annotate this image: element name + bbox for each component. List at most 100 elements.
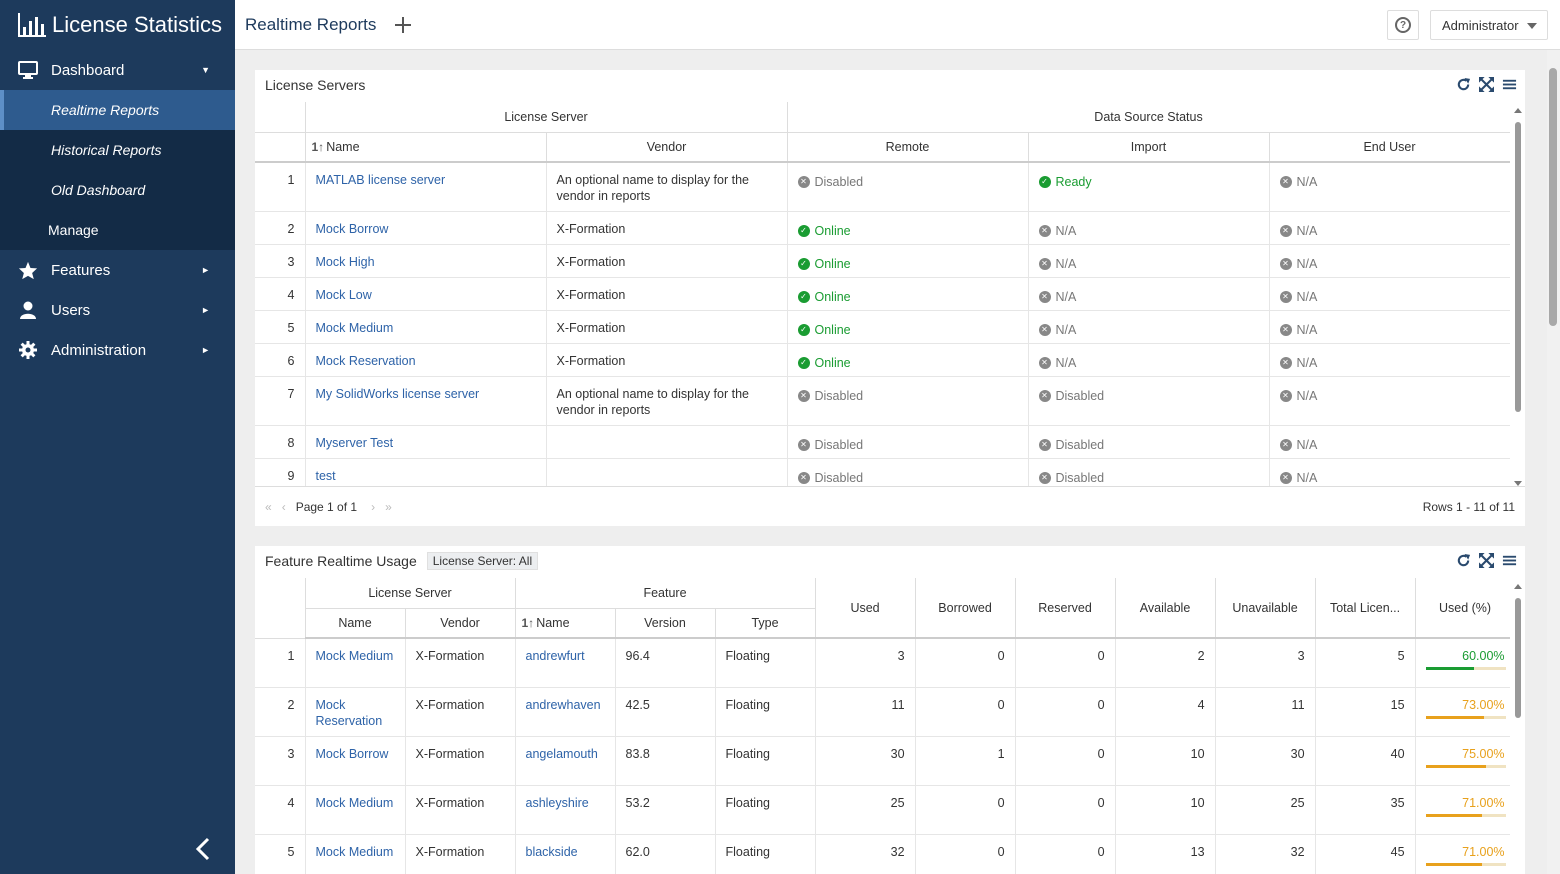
column-header-import[interactable]: Import	[1028, 132, 1270, 163]
sidebar-item-administration[interactable]: Administration ►	[0, 330, 235, 370]
expand-icon[interactable]	[1479, 553, 1494, 568]
monitor-icon	[18, 60, 38, 80]
table-row[interactable]: 1 Mock Medium X-Formation andrewfurt 96.4 Flo…	[255, 638, 1510, 688]
feature-link[interactable]: blackside	[526, 845, 578, 859]
column-header-name[interactable]: 1↑ Name	[305, 132, 547, 163]
cell-vendor: X-Formation	[546, 310, 788, 344]
cell-total: 15	[1315, 687, 1416, 737]
server-link[interactable]: Mock Medium	[316, 649, 394, 663]
feature-link[interactable]: angelamouth	[526, 747, 598, 761]
gear-icon	[18, 340, 38, 360]
license-servers-panel: License Servers License Server Data Sour…	[255, 70, 1525, 526]
expand-icon[interactable]	[1479, 77, 1494, 92]
feature-link[interactable]: andrewfurt	[526, 649, 585, 663]
status-indicator: ✕ Disabled	[1038, 470, 1104, 486]
table-row[interactable]: 5 Mock Medium X-Formation blackside 62.0 Floa…	[255, 834, 1510, 874]
server-link[interactable]: Mock Medium	[316, 796, 394, 810]
page-scrollbar-thumb[interactable]	[1549, 68, 1557, 326]
server-link[interactable]: Mock Borrow	[316, 747, 389, 761]
column-header-type[interactable]: Type	[715, 608, 816, 639]
menu-icon[interactable]	[1502, 553, 1517, 568]
feature-link[interactable]: ashleyshire	[526, 796, 589, 810]
column-header-label: Name	[536, 615, 570, 630]
scroll-up-icon[interactable]	[1514, 584, 1522, 589]
column-header-version[interactable]: Version	[615, 608, 716, 639]
scrollbar-thumb[interactable]	[1515, 598, 1521, 718]
menu-icon[interactable]	[1502, 77, 1517, 92]
chevron-left-icon	[195, 837, 210, 861]
scroll-up-icon[interactable]	[1514, 108, 1522, 113]
sidebar-item-features[interactable]: Features ►	[0, 250, 235, 290]
prev-page-icon[interactable]: ‹	[282, 500, 286, 514]
page-title: Realtime Reports	[245, 15, 377, 34]
server-link[interactable]: Mock Medium	[316, 321, 394, 335]
next-page-icon[interactable]: ›	[371, 500, 375, 514]
table-row[interactable]: 7 My SolidWorks license server An optional…	[255, 376, 1510, 426]
status-text: N/A	[1296, 256, 1318, 271]
table-row[interactable]: 8 Myserver Test ✕ Disabled ✕ Disabled ✕ N/A	[255, 425, 1510, 459]
table-row[interactable]: 2 Mock Reservation X-Formation andrewhaven 4…	[255, 687, 1510, 737]
table-scrollbar[interactable]	[1514, 584, 1522, 874]
cell-borrowed: 1	[915, 736, 1016, 786]
sidebar-item-dashboard[interactable]: Dashboard ▼	[0, 50, 235, 90]
scrollbar-thumb[interactable]	[1515, 122, 1521, 412]
table-row[interactable]: 3 Mock Borrow X-Formation angelamouth 83.8 Fl…	[255, 736, 1510, 786]
server-link[interactable]: Mock Low	[316, 288, 372, 302]
column-header-end-user[interactable]: End User	[1269, 132, 1510, 163]
column-header-remote[interactable]: Remote	[787, 132, 1029, 163]
column-header-used-pct[interactable]: Used (%)	[1415, 578, 1510, 639]
column-header-feature-name[interactable]: 1↑ Name	[515, 608, 616, 639]
table-row[interactable]: 6 Mock Reservation X-Formation ✓ Online ✕ N/A ✕…	[255, 343, 1510, 377]
refresh-icon[interactable]	[1456, 553, 1471, 568]
server-link[interactable]: Myserver Test	[316, 436, 394, 450]
column-header-borrowed[interactable]: Borrowed	[915, 578, 1016, 639]
table-row[interactable]: 5 Mock Medium X-Formation ✓ Online ✕ N/A ✕ N/A	[255, 310, 1510, 344]
refresh-icon[interactable]	[1456, 77, 1471, 92]
table-row[interactable]: 1 MATLAB license server An optional name t…	[255, 162, 1510, 212]
server-link[interactable]: Mock High	[316, 255, 375, 269]
table-row[interactable]: 3 Mock High X-Formation ✓ Online ✕ N/A ✕ N/A	[255, 244, 1510, 278]
cell-vendor: X-Formation	[405, 785, 516, 835]
sidebar-item-realtime-reports[interactable]: Realtime Reports	[0, 90, 235, 130]
sidebar-item-manage[interactable]: Manage	[0, 210, 235, 250]
sidebar-item-historical-reports[interactable]: Historical Reports	[0, 130, 235, 170]
server-link[interactable]: MATLAB license server	[316, 173, 446, 187]
help-button[interactable]: ?	[1387, 10, 1419, 40]
status-indicator: ✕ N/A	[1038, 223, 1076, 239]
server-link[interactable]: My SolidWorks license server	[316, 387, 480, 401]
sort-icon: 1↑	[311, 139, 325, 154]
server-link[interactable]: Mock Medium	[316, 845, 394, 859]
status-indicator: ✕ Disabled	[797, 437, 863, 453]
sidebar-item-old-dashboard[interactable]: Old Dashboard	[0, 170, 235, 210]
sidebar-item-users[interactable]: Users ►	[0, 290, 235, 330]
server-link[interactable]: test	[316, 469, 336, 483]
column-header-vendor[interactable]: Vendor	[546, 132, 788, 163]
cell-total: 45	[1315, 834, 1416, 874]
collapse-sidebar-button[interactable]	[190, 834, 216, 864]
table-scrollbar[interactable]	[1514, 108, 1522, 486]
filter-badge[interactable]: License Server: All	[426, 552, 539, 570]
status-text: Online	[814, 355, 851, 370]
server-link[interactable]: Mock Reservation	[316, 354, 416, 368]
last-page-icon[interactable]: »	[385, 500, 392, 514]
column-header-server-name[interactable]: Name	[305, 608, 406, 639]
column-header-vendor[interactable]: Vendor	[405, 608, 516, 639]
column-header-total[interactable]: Total Licen...	[1315, 578, 1416, 639]
first-page-icon[interactable]: «	[265, 500, 272, 514]
table-row[interactable]: 4 Mock Low X-Formation ✓ Online ✕ N/A ✕ N/A	[255, 277, 1510, 311]
feature-link[interactable]: andrewhaven	[526, 698, 601, 712]
column-header-reserved[interactable]: Reserved	[1015, 578, 1116, 639]
server-link[interactable]: Mock Reservation	[316, 698, 383, 728]
server-link[interactable]: Mock Borrow	[316, 222, 389, 236]
status-indicator: ✕ N/A	[1038, 322, 1076, 338]
column-header-used[interactable]: Used	[815, 578, 916, 639]
column-header-available[interactable]: Available	[1115, 578, 1216, 639]
column-header-unavailable[interactable]: Unavailable	[1215, 578, 1316, 639]
add-report-button[interactable]	[393, 12, 413, 36]
app-brand[interactable]: License Statistics	[0, 0, 235, 50]
table-row[interactable]: 4 Mock Medium X-Formation ashleyshire 53.2 Fl…	[255, 785, 1510, 835]
table-row[interactable]: 2 Mock Borrow X-Formation ✓ Online ✕ N/A ✕ N/A	[255, 211, 1510, 245]
user-menu-button[interactable]: Administrator	[1430, 10, 1548, 40]
table-row[interactable]: 9 test ✕ Disabled ✕ Disabled ✕ N/A	[255, 458, 1510, 486]
page-scrollbar[interactable]	[1547, 50, 1560, 874]
